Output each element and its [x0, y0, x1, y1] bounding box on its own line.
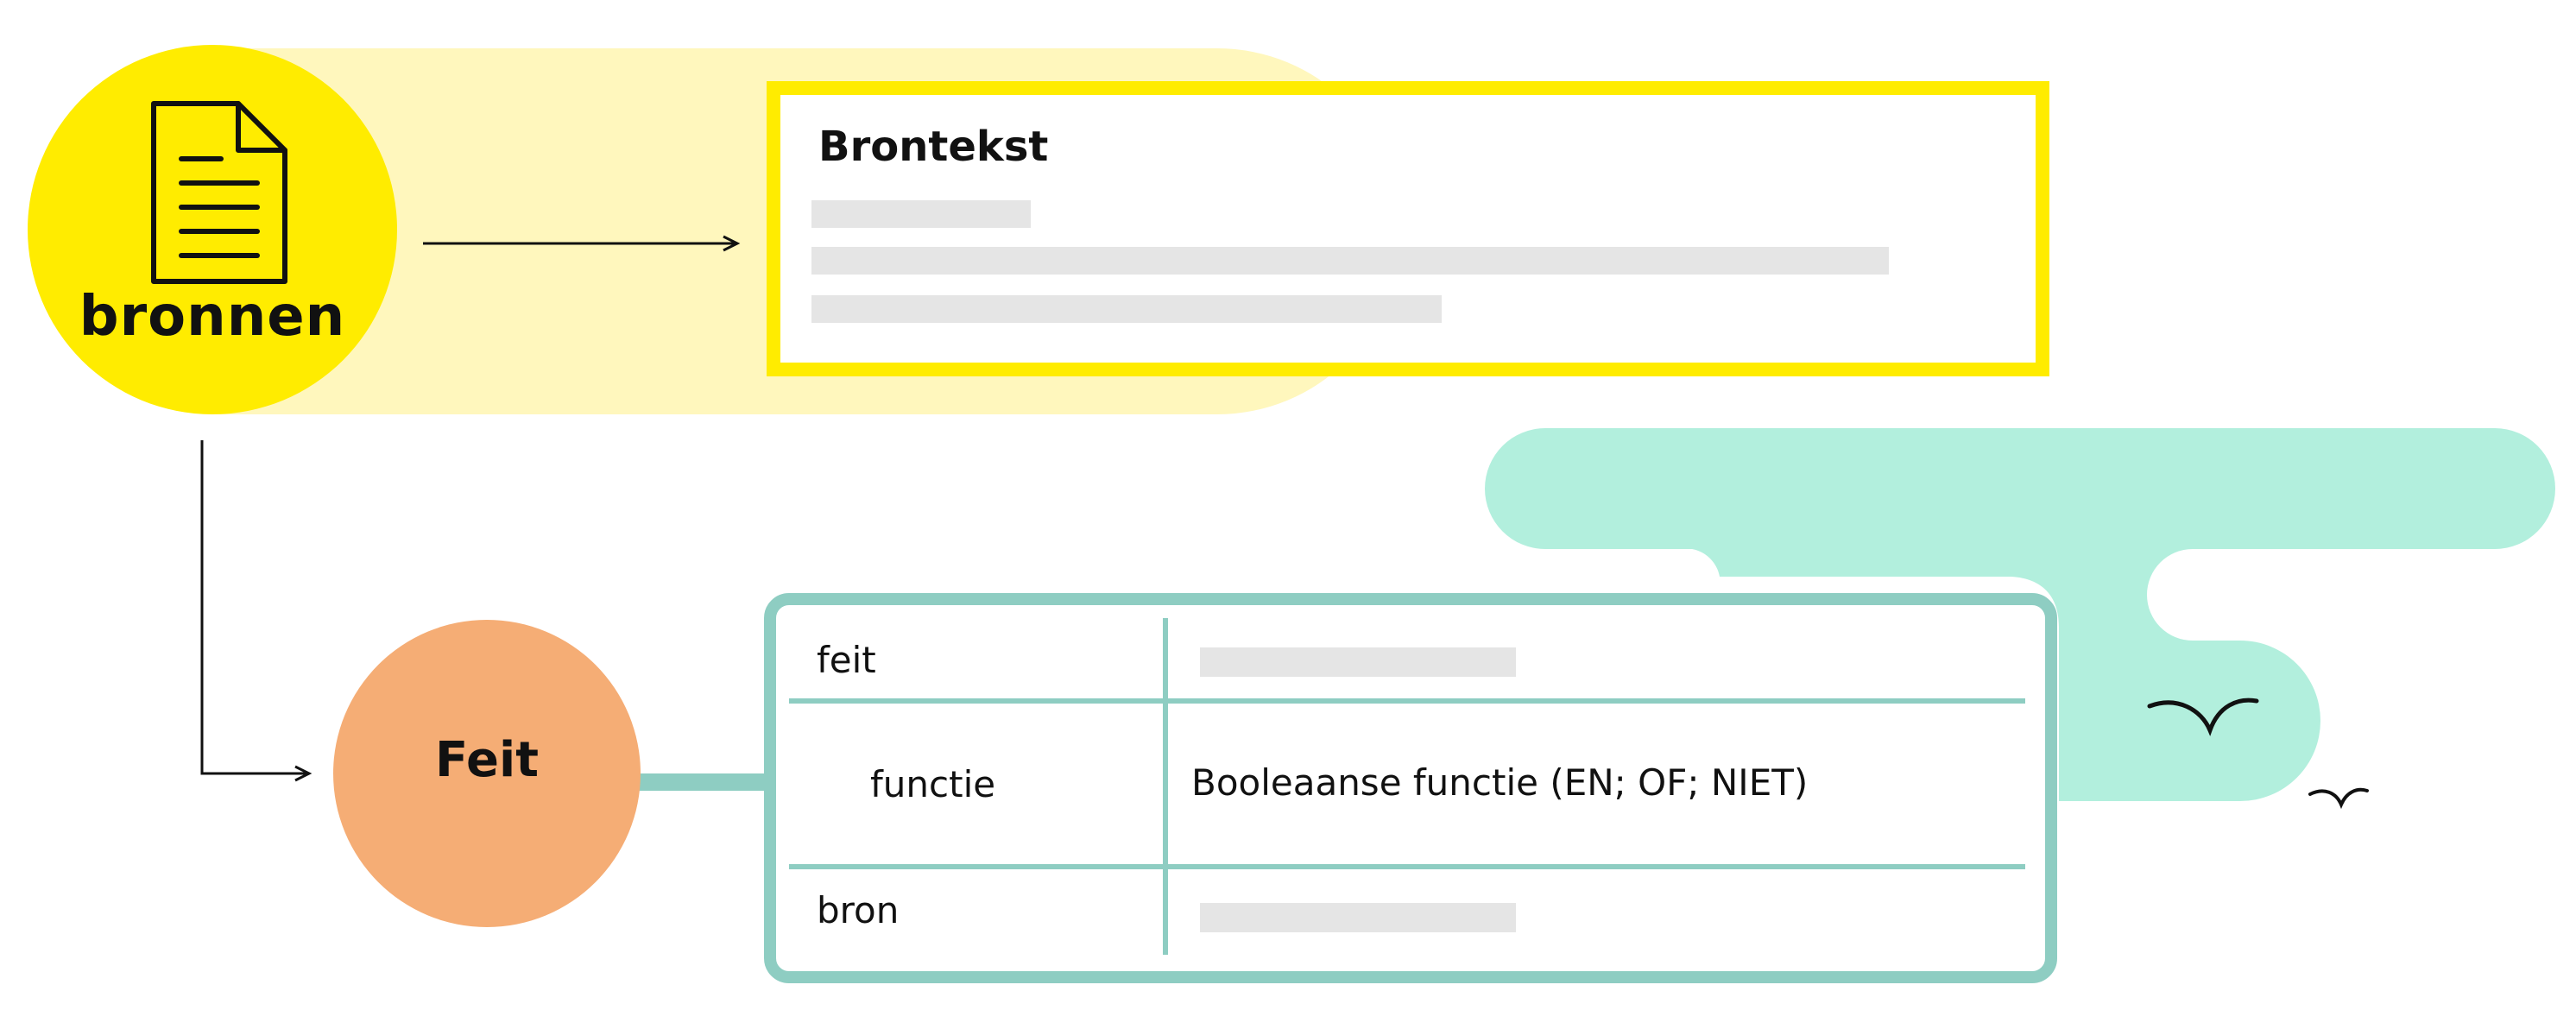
placeholder-bar: [1200, 903, 1516, 932]
bird-icon: [2308, 787, 2369, 810]
arrow-to-feit: [200, 440, 313, 782]
placeholder-bar: [1200, 647, 1516, 677]
placeholder-bar: [811, 200, 1031, 228]
table-key-bron: bron: [817, 889, 900, 931]
fact-node-label: Feit: [435, 732, 539, 788]
source-node-label: bronnen: [79, 285, 346, 349]
table-value-functie: Booleaanse functie (EN; OF; NIET): [1191, 761, 1809, 804]
diagram-canvas: [28, 45, 2555, 983]
placeholder-bar: [811, 247, 1889, 275]
brontekst-title: Brontekst: [818, 123, 1049, 171]
feit-connector: [637, 773, 770, 791]
table-key-functie: functie: [870, 763, 996, 805]
placeholder-bar: [811, 295, 1442, 323]
table-key-feit: feit: [817, 639, 876, 681]
